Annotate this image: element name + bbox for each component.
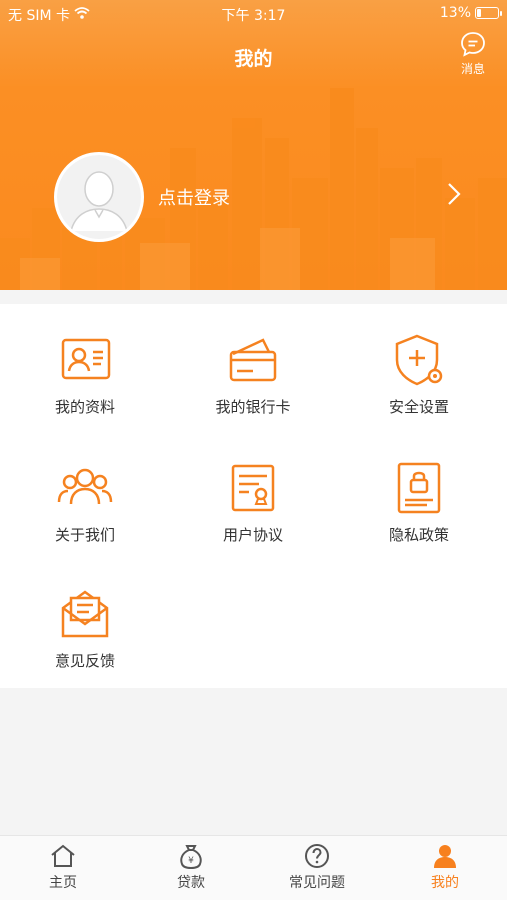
menu-item-label: 安全设置 [388, 398, 449, 416]
tab-faq[interactable]: 常见问题 [272, 842, 362, 892]
shield-settings-icon [395, 334, 443, 386]
menu-grid: 我的资料 我的银行卡 安全设置 关于我们 用户协议 隐私政策 意见反馈 [0, 304, 507, 688]
agreement-icon [231, 464, 275, 512]
menu-item-label: 用户协议 [222, 526, 283, 544]
message-label: 消息 [460, 62, 485, 76]
feedback-envelope-icon [61, 590, 109, 638]
tab-label: 常见问题 [289, 875, 345, 891]
svg-text:¥: ¥ [188, 856, 194, 866]
top-bar: 无 SIM 卡 下午 3:17 13% 我的 消息 [0, 0, 507, 88]
users-icon [57, 468, 113, 505]
bottom-tab-bar: 主页 ¥ 贷款 常见问题 我的 [0, 835, 507, 900]
menu-item-feedback[interactable]: 意见反馈 [20, 584, 150, 671]
menu-item-about[interactable]: 关于我们 [20, 458, 150, 545]
menu-item-bank-card[interactable]: 我的银行卡 [188, 330, 318, 417]
profile-banner[interactable]: 点击登录 [0, 88, 507, 290]
home-icon [51, 844, 75, 867]
menu-item-label: 隐私政策 [388, 526, 449, 544]
default-avatar-icon [57, 155, 141, 239]
question-icon [305, 844, 329, 868]
battery-icon [475, 7, 502, 19]
message-button[interactable]: 消息 [453, 30, 493, 77]
menu-item-label: 我的银行卡 [215, 398, 291, 416]
tab-label: 贷款 [177, 875, 205, 891]
menu-item-privacy[interactable]: 隐私政策 [354, 458, 484, 545]
person-icon [434, 845, 456, 868]
tab-home[interactable]: 主页 [18, 842, 108, 892]
status-bar: 无 SIM 卡 下午 3:17 13% [0, 5, 507, 25]
privacy-lock-icon [397, 462, 441, 514]
screen: 无 SIM 卡 下午 3:17 13% 我的 消息 点击登录 我的资料 我的银行… [0, 0, 507, 900]
tab-mine[interactable]: 我的 [400, 842, 490, 892]
menu-item-label: 关于我们 [54, 526, 115, 544]
avatar[interactable] [54, 152, 144, 242]
menu-item-label: 我的资料 [54, 398, 115, 416]
login-link[interactable]: 点击登录 [158, 184, 230, 210]
menu-item-user-agreement[interactable]: 用户协议 [188, 458, 318, 545]
battery-percent: 13% [439, 5, 471, 21]
chat-bubble-icon [461, 32, 485, 57]
tab-label: 主页 [49, 875, 77, 891]
chevron-right-icon[interactable] [447, 182, 461, 206]
menu-item-profile[interactable]: 我的资料 [20, 330, 150, 417]
menu-item-label: 意见反馈 [54, 652, 115, 670]
tab-loan[interactable]: ¥ 贷款 [146, 842, 236, 892]
bank-card-icon [229, 338, 277, 382]
money-bag-icon: ¥ [180, 845, 202, 870]
tab-label: 我的 [431, 875, 459, 891]
page-title: 我的 [234, 48, 273, 70]
menu-item-security[interactable]: 安全设置 [354, 330, 484, 417]
id-card-icon [61, 338, 111, 380]
status-time: 下午 3:17 [221, 8, 286, 24]
